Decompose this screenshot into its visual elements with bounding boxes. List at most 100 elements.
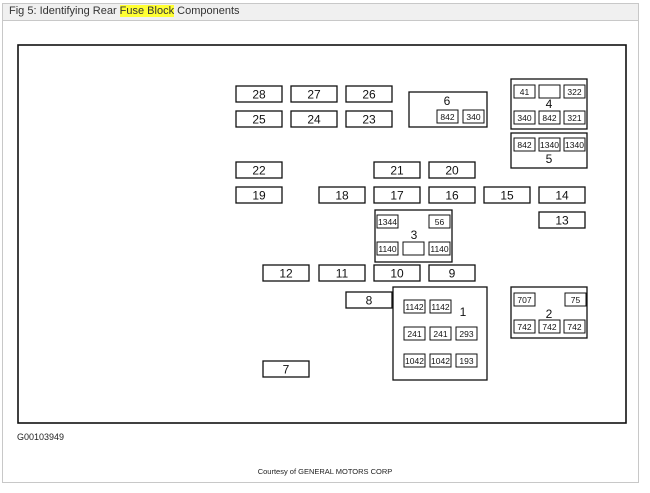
terminal-cell: 293 — [455, 326, 478, 341]
fuse-23: 23 — [345, 110, 393, 128]
fuse-label: 22 — [252, 164, 266, 178]
fuse-13: 13 — [538, 211, 586, 229]
fuse-22: 22 — [235, 161, 283, 179]
fuse-label: 13 — [555, 214, 569, 228]
terminal-label: 340 — [466, 112, 480, 122]
terminal-label: 1340 — [565, 140, 584, 150]
fuse-8: 8 — [345, 291, 393, 309]
fuse-label: 10 — [390, 267, 404, 281]
courtesy-credit: Courtesy of GENERAL MOTORS CORP — [257, 467, 393, 476]
fuse-label: 18 — [335, 189, 349, 203]
terminal-label: 842 — [542, 113, 556, 123]
terminal-cell: 41 — [513, 84, 536, 99]
fuse-11: 11 — [318, 264, 366, 282]
terminal-label: 1142 — [431, 302, 450, 312]
fuse-label: 16 — [445, 189, 459, 203]
terminal-label: 322 — [567, 87, 581, 97]
terminal-cell: 1142 — [403, 299, 426, 314]
terminal-cell: 1042 — [429, 353, 452, 368]
terminal-box — [538, 84, 561, 99]
terminal-label: 321 — [567, 113, 581, 123]
relay-2: 2 707 75 742 742 742 — [510, 286, 588, 339]
terminal-label: 1042 — [431, 356, 450, 366]
figure-page: Fig 5: Identifying Rear Fuse Block Compo… — [0, 0, 650, 493]
terminal-cell: 1042 — [403, 353, 426, 368]
terminal-label: 241 — [433, 329, 447, 339]
fuse-label: 24 — [307, 113, 321, 127]
terminal-label: 1344 — [378, 217, 397, 227]
terminal-cell: 707 — [513, 292, 536, 307]
relay-label: 5 — [546, 152, 553, 166]
fuse-28: 28 — [235, 85, 283, 103]
relay-3: 3 1344 56 1140 1140 — [374, 209, 453, 263]
relay-label: 4 — [546, 97, 553, 111]
terminal-cell: 742 — [513, 319, 536, 334]
terminal-cell — [402, 241, 425, 256]
terminal-label: 75 — [571, 295, 581, 305]
terminal-label: 1340 — [540, 140, 559, 150]
fuse-24: 24 — [290, 110, 338, 128]
terminal-label: 1142 — [405, 302, 424, 312]
fuse-16: 16 — [428, 186, 476, 204]
terminal-cell: 1344 — [376, 214, 399, 229]
fuse-label: 15 — [500, 189, 514, 203]
terminal-cell: 193 — [455, 353, 478, 368]
fuse-label: 25 — [252, 113, 266, 127]
fuse-20: 20 — [428, 161, 476, 179]
fuse-label: 27 — [307, 88, 321, 102]
fuse-label: 14 — [555, 189, 569, 203]
terminal-label: 742 — [517, 322, 531, 332]
terminal-cell: 1340 — [538, 137, 561, 152]
relay-4: 4 41 322 340 842 321 — [510, 78, 588, 130]
fuse-19: 19 — [235, 186, 283, 204]
fuse-label: 23 — [362, 113, 376, 127]
terminal-cell — [538, 84, 561, 99]
terminal-label: 842 — [517, 140, 531, 150]
terminal-cell: 1140 — [428, 241, 451, 256]
terminal-cell: 75 — [564, 292, 587, 307]
terminal-label: 340 — [517, 113, 531, 123]
terminal-label: 56 — [435, 217, 445, 227]
fuse-label: 12 — [279, 267, 293, 281]
relay-6: 6 842 340 — [408, 91, 488, 128]
fuse-9: 9 — [428, 264, 476, 282]
fuse-17: 17 — [373, 186, 421, 204]
terminal-cell: 1340 — [563, 137, 586, 152]
terminal-cell: 842 — [538, 110, 561, 125]
terminal-cell: 241 — [403, 326, 426, 341]
terminal-cell: 321 — [563, 110, 586, 125]
fuse-27: 27 — [290, 85, 338, 103]
fuse-label: 17 — [390, 189, 404, 203]
terminal-cell: 1140 — [376, 241, 399, 256]
terminal-cell: 340 — [462, 109, 485, 124]
fuse-block-diagram: 28 27 2625 24 2322 21 2019 18 17 16 15 141312 11 10 98… — [17, 44, 627, 424]
fuse-label: 11 — [336, 267, 349, 281]
fuse-label: 19 — [252, 189, 266, 203]
fuse-label: 21 — [390, 164, 404, 178]
fuse-25: 25 — [235, 110, 283, 128]
terminal-label: 293 — [459, 329, 473, 339]
terminal-label: 742 — [567, 322, 581, 332]
relay-label: 1 — [460, 305, 467, 319]
terminal-label: 1042 — [405, 356, 424, 366]
terminal-cell: 842 — [436, 109, 459, 124]
fuse-label: 26 — [362, 88, 376, 102]
figure-id: G00103949 — [17, 432, 65, 442]
terminal-label: 842 — [440, 112, 454, 122]
terminal-label: 707 — [517, 295, 531, 305]
fuse-18: 18 — [318, 186, 366, 204]
fuse-label: 7 — [283, 363, 290, 377]
terminal-cell: 322 — [563, 84, 586, 99]
fuse-12: 12 — [262, 264, 310, 282]
terminal-label: 241 — [407, 329, 421, 339]
relay-1: 1 1142 1142 241 241 293 1042 1042 193 — [392, 286, 488, 381]
terminal-label: 41 — [520, 87, 530, 97]
fuse-label: 8 — [366, 294, 373, 308]
fuse-26: 26 — [345, 85, 393, 103]
terminal-cell: 241 — [429, 326, 452, 341]
terminal-cell: 56 — [428, 214, 451, 229]
terminal-label: 1140 — [430, 244, 449, 254]
terminal-cell: 1142 — [429, 299, 452, 314]
fuse-7: 7 — [262, 360, 310, 378]
terminal-cell: 742 — [563, 319, 586, 334]
